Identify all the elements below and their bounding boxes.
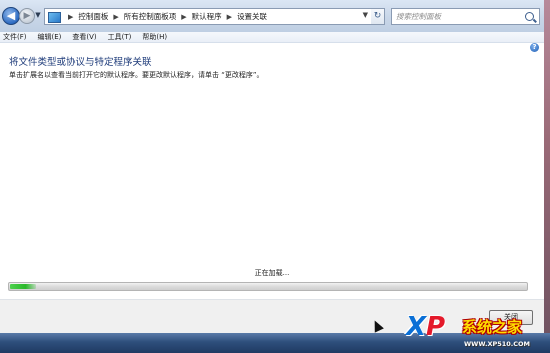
- chevron-right-icon[interactable]: ▶: [181, 13, 186, 21]
- recent-pages-dropdown-icon[interactable]: ▼: [34, 11, 42, 19]
- page-description: 单击扩展名以查看当前打开它的默认程序。要更改默认程序，请单击 “更改程序”。: [9, 71, 264, 79]
- watermark-url: WWW.XP510.COM: [464, 340, 531, 348]
- search-icon[interactable]: [525, 12, 534, 21]
- breadcrumb-control-panel[interactable]: 控制面板: [78, 11, 108, 22]
- page-title: 将文件类型或协议与特定程序关联: [9, 57, 152, 68]
- menu-tools[interactable]: 工具(T): [108, 32, 132, 42]
- menu-bar: 文件(F) 编辑(E) 查看(V) 工具(T) 帮助(H): [0, 32, 544, 43]
- breadcrumb: ▶ 控制面板 ▶ 所有控制面板项 ▶ 默认程序 ▶ 设置关联: [63, 9, 267, 24]
- refresh-icon[interactable]: ↻: [371, 8, 385, 25]
- watermark-brand: 系统之家: [462, 318, 523, 336]
- chevron-right-icon[interactable]: ▶: [113, 13, 118, 21]
- navigation-bar: ◀ ▶ ▼ ▶ 控制面板 ▶ 所有控制面板项 ▶ 默认程序 ▶ 设置关联 ▼ ↻…: [0, 0, 544, 33]
- breadcrumb-default-programs[interactable]: 默认程序: [192, 11, 222, 22]
- menu-view[interactable]: 查看(V): [72, 32, 96, 42]
- breadcrumb-set-associations[interactable]: 设置关联: [237, 11, 267, 22]
- desktop-wallpaper: [544, 0, 550, 353]
- control-panel-window: ◀ ▶ ▼ ▶ 控制面板 ▶ 所有控制面板项 ▶ 默认程序 ▶ 设置关联 ▼ ↻…: [0, 0, 545, 353]
- site-watermark-logo: XP 系统之家 WWW.XP510.COM: [398, 308, 550, 353]
- help-icon[interactable]: ?: [530, 43, 539, 52]
- address-dropdown-icon[interactable]: ▼: [363, 11, 368, 19]
- back-arrow-icon[interactable]: ◀: [2, 7, 20, 25]
- watermark-xp-logo: XP: [406, 312, 446, 342]
- menu-edit[interactable]: 编辑(E): [38, 32, 62, 42]
- chevron-right-icon[interactable]: ▶: [68, 13, 73, 21]
- breadcrumb-all-items[interactable]: 所有控制面板项: [124, 11, 177, 22]
- loading-progress-bar: [8, 282, 528, 291]
- search-placeholder: 搜索控制面板: [396, 12, 441, 21]
- address-bar[interactable]: ▶ 控制面板 ▶ 所有控制面板项 ▶ 默认程序 ▶ 设置关联 ▼: [44, 8, 385, 25]
- control-panel-icon: [48, 12, 61, 23]
- loading-text: 正在加载...: [254, 269, 290, 277]
- search-input[interactable]: 搜索控制面板: [391, 8, 540, 25]
- menu-file[interactable]: 文件(F): [3, 32, 27, 42]
- forward-arrow-icon[interactable]: ▶: [19, 8, 35, 24]
- chevron-right-icon[interactable]: ▶: [227, 13, 232, 21]
- progress-fill: [10, 284, 36, 289]
- menu-help[interactable]: 帮助(H): [142, 32, 167, 42]
